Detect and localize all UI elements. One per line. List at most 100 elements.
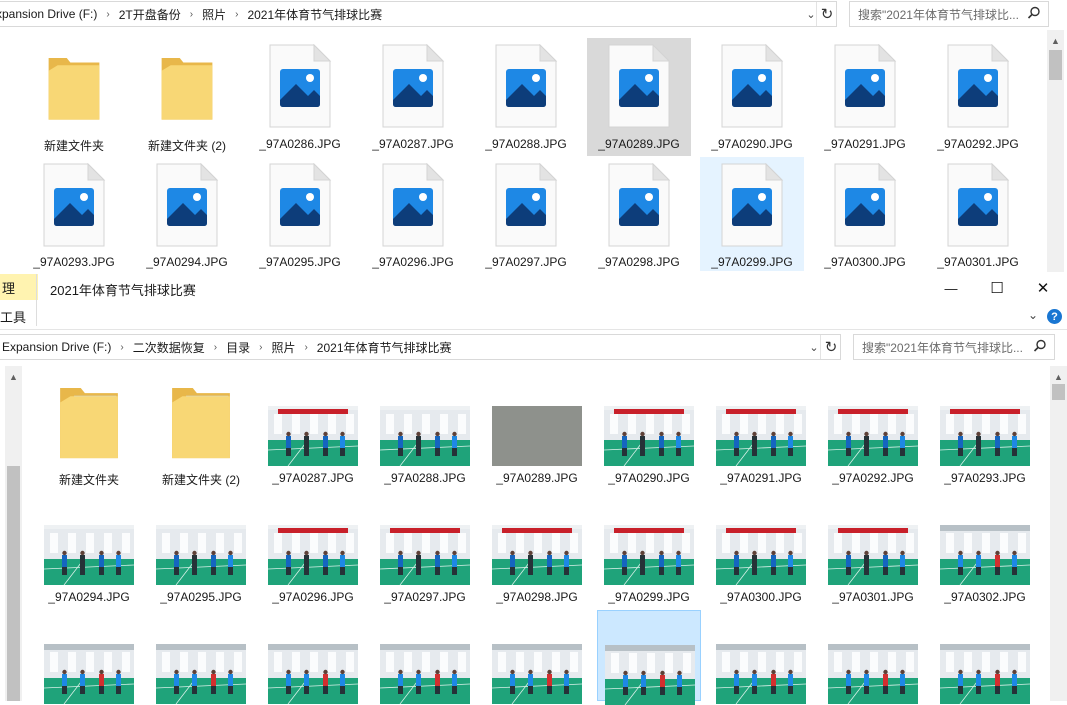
folder-item[interactable]: 新建文件夹 bbox=[37, 372, 141, 490]
file-item[interactable]: _97A0302.JPG bbox=[933, 491, 1037, 609]
minimize-button[interactable]: — bbox=[928, 272, 974, 304]
scroll-thumb[interactable] bbox=[1049, 50, 1062, 80]
folder-item[interactable]: 新建文件夹 (2) bbox=[149, 372, 253, 490]
file-item[interactable]: _97A0289.JPG bbox=[587, 38, 691, 156]
photo-thumbnail bbox=[268, 525, 358, 585]
file-item[interactable] bbox=[37, 610, 141, 704]
breadcrumb-separator-icon[interactable]: › bbox=[106, 9, 109, 20]
file-item[interactable] bbox=[485, 610, 589, 704]
file-item[interactable]: _97A0296.JPG bbox=[361, 157, 465, 271]
file-item[interactable]: _97A0290.JPG bbox=[597, 372, 701, 490]
file-name-label: _97A0288.JPG bbox=[485, 137, 567, 151]
refresh-icon[interactable]: ↻ bbox=[816, 2, 836, 26]
file-name-label: _97A0287.JPG bbox=[272, 471, 354, 485]
file-item[interactable]: _97A0294.JPG bbox=[37, 491, 141, 609]
photo-thumbnail bbox=[604, 525, 694, 585]
top-search-box[interactable]: 搜索"2021年体育节气排球比... bbox=[849, 1, 1049, 27]
folder-item[interactable]: 新建文件夹 bbox=[22, 38, 126, 156]
breadcrumb-separator-icon[interactable]: › bbox=[214, 342, 217, 353]
bottom-vertical-scrollbar[interactable]: ▲ bbox=[1050, 366, 1067, 701]
file-item[interactable]: _97A0287.JPG bbox=[261, 372, 365, 490]
close-button[interactable]: ✕ bbox=[1020, 272, 1066, 304]
maximize-button[interactable]: ☐ bbox=[974, 272, 1020, 304]
photo-thumbnail bbox=[605, 645, 695, 705]
breadcrumb-item[interactable]: 二次数据恢复 bbox=[133, 339, 205, 356]
file-item[interactable]: _97A0297.JPG bbox=[474, 157, 578, 271]
breadcrumb-separator-icon[interactable]: › bbox=[235, 9, 238, 20]
file-item[interactable]: _97A0291.JPG bbox=[709, 372, 813, 490]
breadcrumb-separator-icon[interactable]: › bbox=[120, 342, 123, 353]
file-item[interactable]: _97A0290.JPG bbox=[700, 38, 804, 156]
ribbon-fragment: 理 bbox=[2, 280, 16, 296]
refresh-icon[interactable]: ↻ bbox=[820, 335, 840, 359]
file-item[interactable]: _97A0297.JPG bbox=[373, 491, 477, 609]
breadcrumb-item[interactable]: Expansion Drive (F:) bbox=[0, 7, 97, 21]
minimize-icon: — bbox=[944, 280, 958, 296]
file-item[interactable]: _97A0300.JPG bbox=[709, 491, 813, 609]
file-item[interactable] bbox=[597, 610, 701, 705]
file-item[interactable] bbox=[149, 610, 253, 704]
file-item[interactable]: _97A0292.JPG bbox=[926, 38, 1030, 156]
file-item[interactable]: _97A0295.JPG bbox=[149, 491, 253, 609]
file-item[interactable]: _97A0291.JPG bbox=[813, 38, 917, 156]
file-name-label: _97A0294.JPG bbox=[48, 590, 130, 604]
file-item[interactable] bbox=[373, 610, 477, 704]
file-item[interactable] bbox=[933, 610, 1037, 704]
breadcrumb-separator-icon[interactable]: › bbox=[259, 342, 262, 353]
file-item[interactable]: _97A0296.JPG bbox=[261, 491, 365, 609]
breadcrumb-item[interactable]: 2021年体育节气排球比赛 bbox=[247, 6, 382, 23]
file-name-label: _97A0286.JPG bbox=[259, 137, 341, 151]
file-item[interactable] bbox=[821, 610, 925, 704]
breadcrumb-separator-icon[interactable]: › bbox=[190, 9, 193, 20]
breadcrumb-item[interactable]: Expansion Drive (F:) bbox=[2, 340, 111, 354]
breadcrumb-item[interactable]: 2021年体育节气排球比赛 bbox=[317, 339, 452, 356]
scroll-thumb[interactable] bbox=[1052, 384, 1065, 400]
scroll-thumb[interactable] bbox=[7, 466, 20, 701]
breadcrumb-separator-icon[interactable]: › bbox=[304, 342, 307, 353]
file-item[interactable]: _97A0286.JPG bbox=[248, 38, 352, 156]
breadcrumb-item[interactable]: 2T开盘备份 bbox=[119, 6, 181, 23]
file-item[interactable]: _97A0295.JPG bbox=[248, 157, 352, 271]
ribbon-tab-manage[interactable]: 理 bbox=[0, 274, 38, 300]
scroll-up-icon[interactable]: ▲ bbox=[1050, 368, 1067, 385]
file-item[interactable]: _97A0298.JPG bbox=[587, 157, 691, 271]
photo-thumbnail bbox=[828, 525, 918, 585]
file-item[interactable]: _97A0299.JPG bbox=[700, 157, 804, 271]
file-item[interactable]: _97A0294.JPG bbox=[135, 157, 239, 271]
bottom-search-box[interactable]: 搜索"2021年体育节气排球比... bbox=[853, 334, 1055, 360]
ribbon-bottom-border bbox=[0, 329, 1067, 330]
file-name-label: _97A0296.JPG bbox=[372, 255, 454, 269]
file-name-label: _97A0292.JPG bbox=[832, 471, 914, 485]
scroll-up-icon[interactable]: ▲ bbox=[1047, 32, 1064, 49]
file-item[interactable]: _97A0298.JPG bbox=[485, 491, 589, 609]
breadcrumb-item[interactable]: 照片 bbox=[271, 339, 295, 356]
file-item[interactable] bbox=[709, 610, 813, 704]
file-item[interactable]: _97A0288.JPG bbox=[474, 38, 578, 156]
folder-item[interactable]: 新建文件夹 (2) bbox=[135, 38, 239, 156]
file-item[interactable]: _97A0301.JPG bbox=[821, 491, 925, 609]
file-item[interactable]: _97A0288.JPG bbox=[373, 372, 477, 490]
file-item[interactable]: _97A0301.JPG bbox=[926, 157, 1030, 271]
ribbon-tab-tools[interactable]: 工具 bbox=[0, 304, 36, 328]
left-pane-scrollbar[interactable]: ▲ bbox=[5, 366, 22, 701]
file-name-label: _97A0298.JPG bbox=[598, 255, 680, 269]
file-name-label: _97A0289.JPG bbox=[598, 137, 680, 151]
file-item[interactable]: _97A0287.JPG bbox=[361, 38, 465, 156]
file-item[interactable]: _97A0299.JPG bbox=[597, 491, 701, 609]
scroll-up-icon[interactable]: ▲ bbox=[5, 368, 22, 385]
breadcrumb-item[interactable]: 目录 bbox=[226, 339, 250, 356]
file-item[interactable]: _97A0293.JPG bbox=[22, 157, 126, 271]
file-item[interactable] bbox=[261, 610, 365, 704]
file-item[interactable]: _97A0293.JPG bbox=[933, 372, 1037, 490]
ribbon-expand-icon[interactable]: ⌄ bbox=[1028, 308, 1038, 322]
file-item[interactable]: _97A0292.JPG bbox=[821, 372, 925, 490]
ribbon-fragment: 工具 bbox=[0, 309, 27, 325]
file-item[interactable]: _97A0300.JPG bbox=[813, 157, 917, 271]
photo-thumbnail bbox=[380, 525, 470, 585]
top-vertical-scrollbar[interactable]: ▲ bbox=[1047, 30, 1064, 272]
bottom-address-bar[interactable]: Expansion Drive (F:) › 二次数据恢复 › 目录 › 照片 › 2021年体… bbox=[0, 334, 841, 360]
file-item[interactable]: _97A0289.JPG bbox=[485, 372, 589, 490]
top-address-bar[interactable]: Expansion Drive (F:) › 2T开盘备份 › 照片 › 2021年体育节气… bbox=[0, 1, 837, 27]
help-icon[interactable]: ? bbox=[1047, 309, 1062, 324]
breadcrumb-item[interactable]: 照片 bbox=[202, 6, 226, 23]
